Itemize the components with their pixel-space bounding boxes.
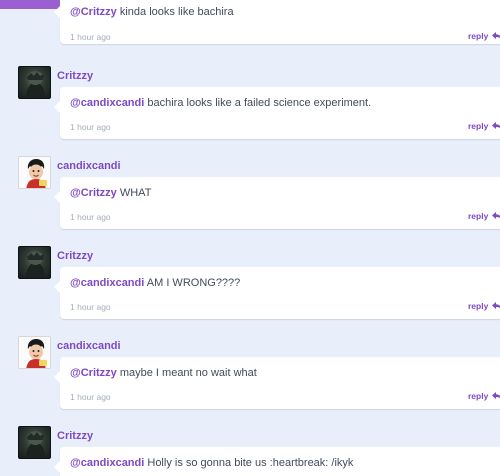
reply-button[interactable]: reply xyxy=(468,121,500,131)
comment-text: @Critzzy WHAT xyxy=(70,187,152,199)
avatar[interactable] xyxy=(18,156,51,189)
username[interactable]: Critzzy xyxy=(57,70,93,82)
comment-bubble: @candixcandi bachira looks like a failed… xyxy=(54,87,500,139)
mention-link[interactable]: @Critzzy xyxy=(70,6,117,18)
reply-button[interactable]: reply xyxy=(468,301,500,311)
comment-time: 1 hour ago xyxy=(70,392,111,402)
dark-anime-avatar-icon xyxy=(25,71,46,98)
reply-button[interactable]: reply xyxy=(468,391,500,401)
comment-time: 1 hour ago xyxy=(70,122,111,132)
comment-thread-page: @Critzzy kinda looks like bachira 1 hour… xyxy=(0,0,500,476)
comment-text: @Critzzy kinda looks like bachira xyxy=(70,6,234,18)
comment-bubble: @candixcandi Holly is so gonna bite us :… xyxy=(54,447,500,476)
reply-arrow-icon[interactable] xyxy=(491,391,500,401)
reply-button[interactable]: reply xyxy=(468,211,500,221)
comment-bubble: @candixcandi AM I WRONG???? 1 hour ago r… xyxy=(54,267,500,319)
comment-text: @candixcandi AM I WRONG???? xyxy=(70,277,241,289)
username[interactable]: candixcandi xyxy=(57,160,121,172)
avatar[interactable] xyxy=(18,246,51,279)
avatar[interactable] xyxy=(18,66,51,99)
comment-bubble: @Critzzy WHAT 1 hour ago reply xyxy=(54,177,500,229)
mention-link[interactable]: @Critzzy xyxy=(70,187,117,199)
comment-text: @Critzzy maybe I meant no wait what xyxy=(70,367,257,379)
avatar[interactable] xyxy=(18,336,51,369)
comment-time: 1 hour ago xyxy=(70,32,111,42)
avatar[interactable] xyxy=(18,426,51,459)
username[interactable]: Critzzy xyxy=(57,250,93,262)
mention-link[interactable]: @Critzzy xyxy=(70,367,117,379)
cartoon-avatar-icon xyxy=(26,159,47,188)
comment-time: 1 hour ago xyxy=(70,302,111,312)
dark-anime-avatar-icon xyxy=(25,431,46,458)
reply-arrow-icon[interactable] xyxy=(491,211,500,221)
comment-bubble: @Critzzy kinda looks like bachira 1 hour… xyxy=(54,0,500,44)
comment-text: @candixcandi Holly is so gonna bite us :… xyxy=(70,457,354,469)
reply-arrow-icon[interactable] xyxy=(491,31,500,41)
username[interactable]: candixcandi xyxy=(57,340,121,352)
reply-arrow-icon[interactable] xyxy=(491,301,500,311)
comment-time: 1 hour ago xyxy=(70,212,111,222)
dark-anime-avatar-icon xyxy=(25,251,46,278)
mention-link[interactable]: @candixcandi xyxy=(70,277,144,289)
mention-link[interactable]: @candixcandi xyxy=(70,457,144,469)
username[interactable]: Critzzy xyxy=(57,430,93,442)
comment-text: @candixcandi bachira looks like a failed… xyxy=(70,97,372,109)
comment-bubble: @Critzzy maybe I meant no wait what 1 ho… xyxy=(54,357,500,409)
cartoon-avatar-icon xyxy=(26,339,47,368)
reply-arrow-icon[interactable] xyxy=(491,121,500,131)
reply-button[interactable]: reply xyxy=(468,31,500,41)
mention-link[interactable]: @candixcandi xyxy=(70,97,144,109)
